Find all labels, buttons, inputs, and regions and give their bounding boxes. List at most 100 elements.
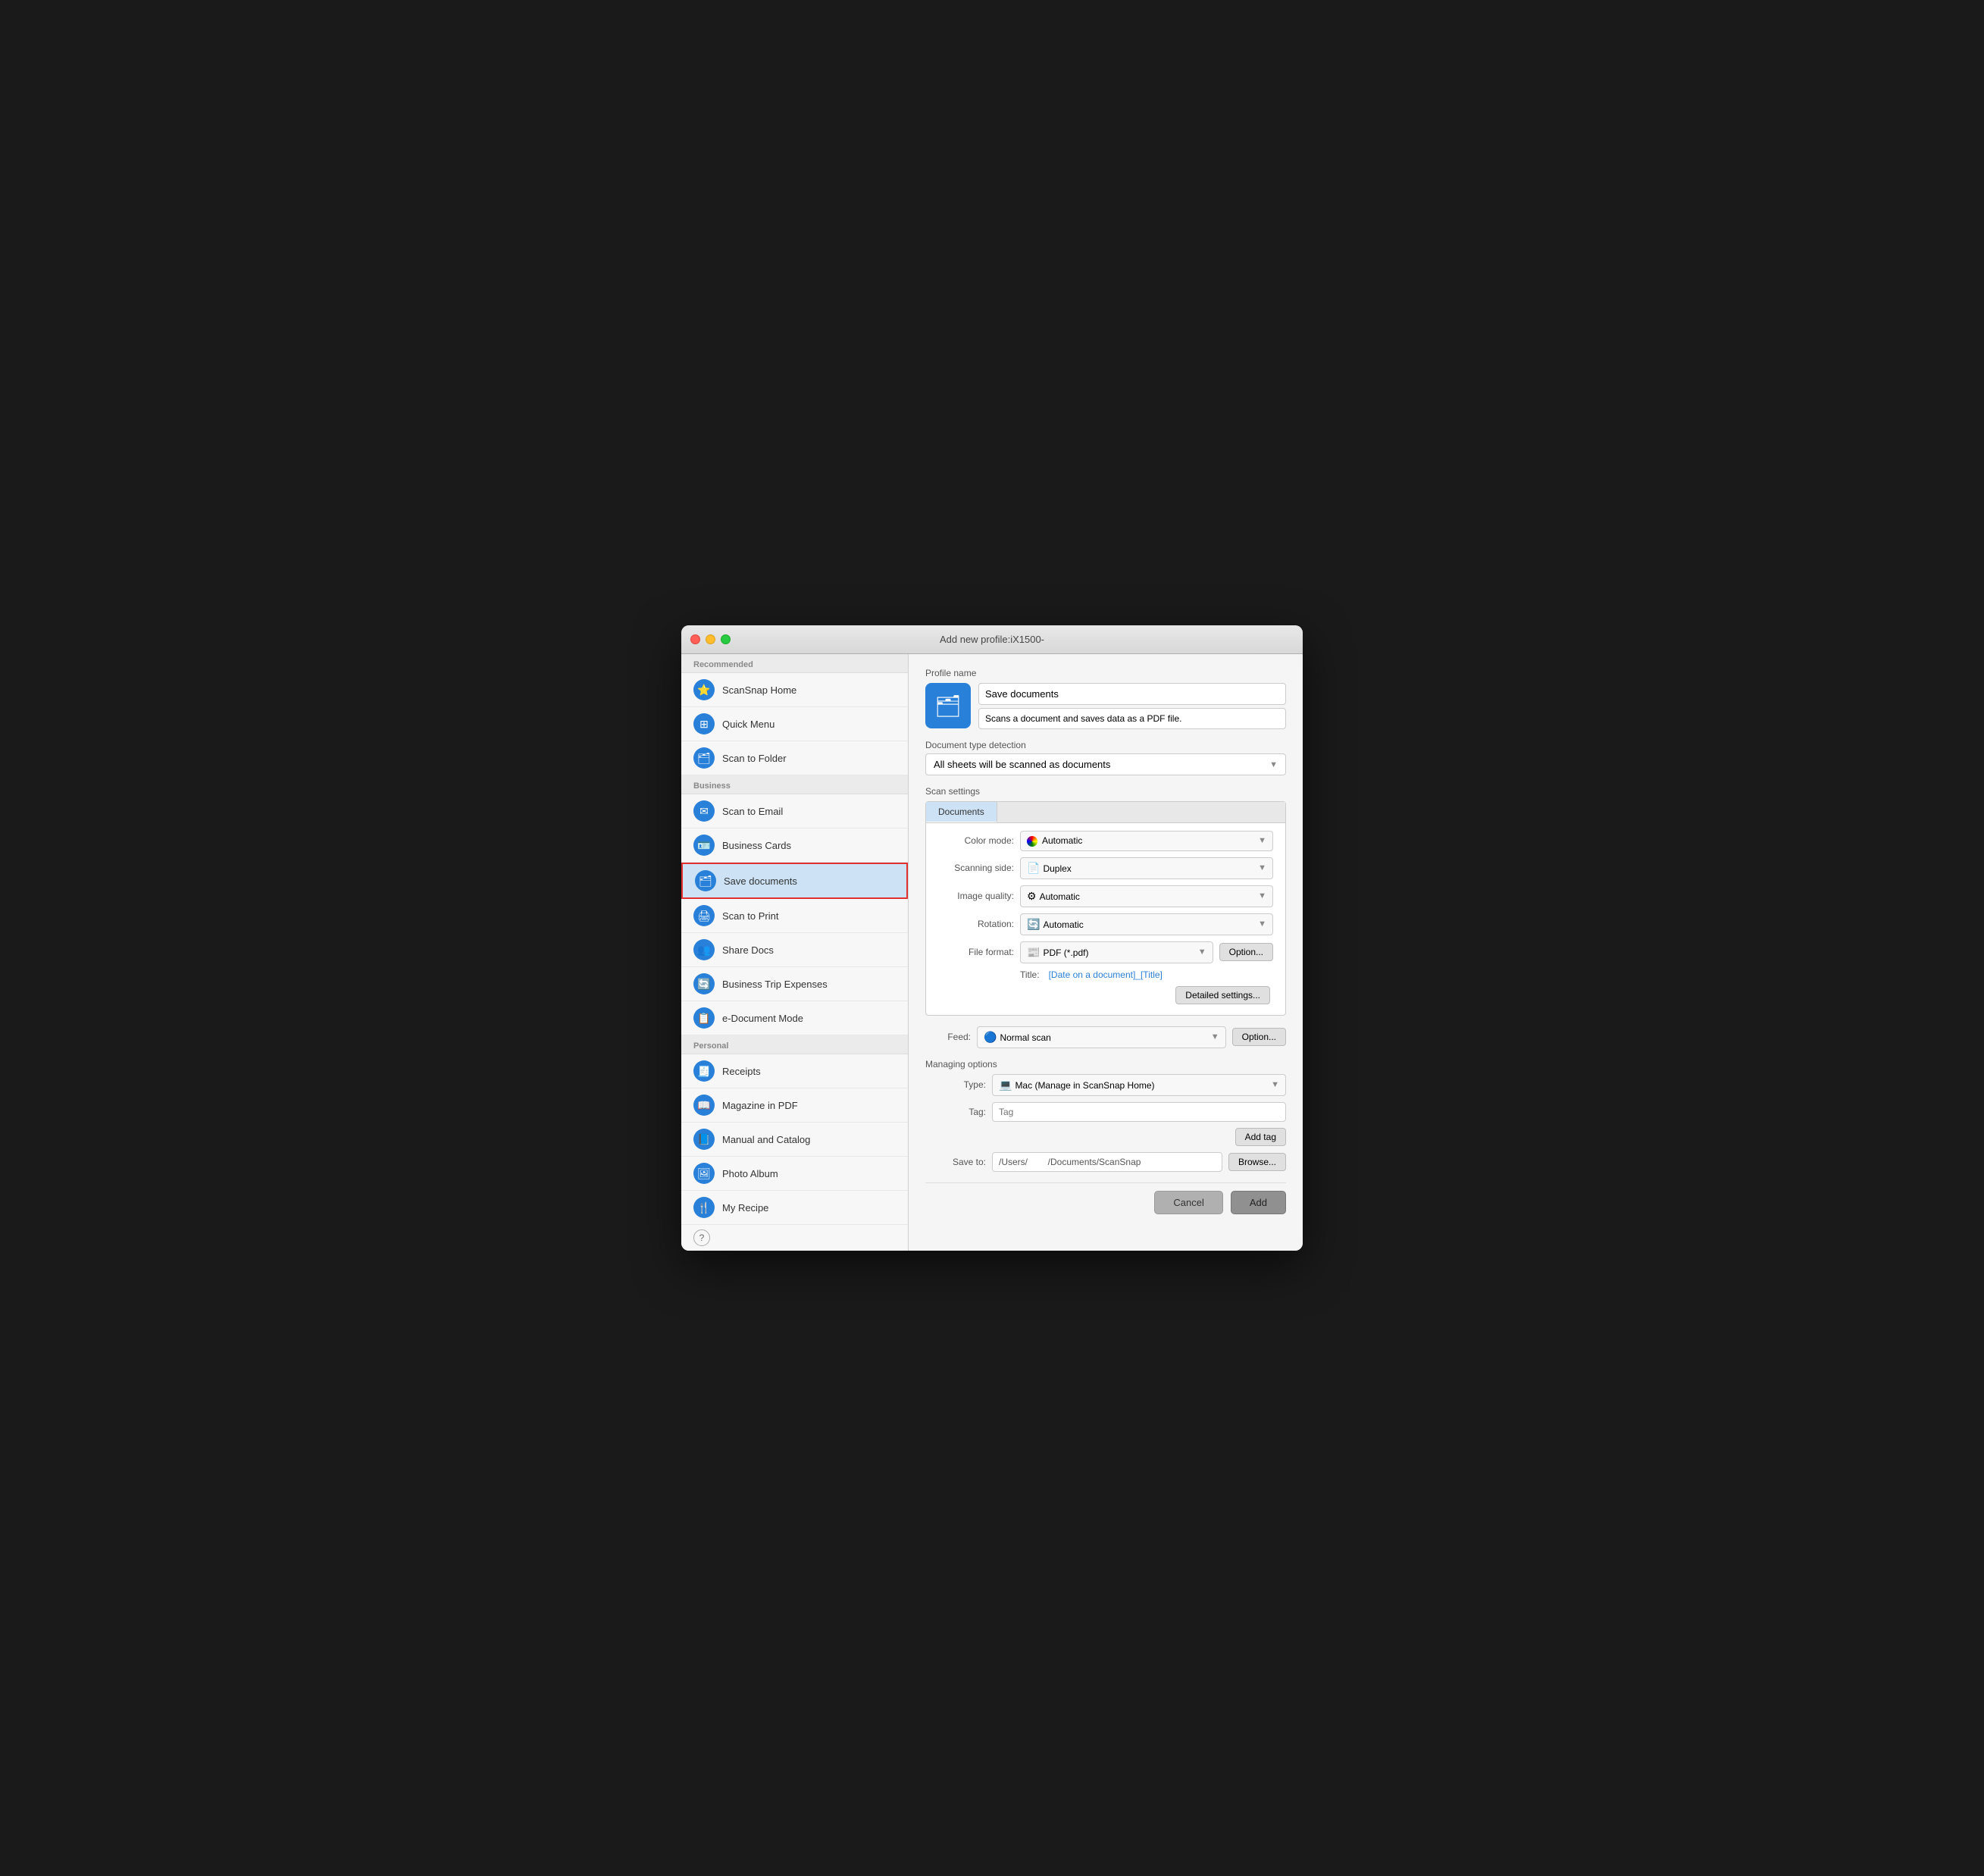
sidebar-item-label: Receipts xyxy=(722,1066,761,1077)
scansnap-home-icon: ⭐ xyxy=(693,679,715,700)
feed-section: Feed: 🔵Normal scan ▼ Option... xyxy=(925,1026,1286,1048)
sidebar-item-label: Scan to Folder xyxy=(722,753,787,764)
help-button[interactable]: ? xyxy=(693,1229,710,1246)
rotation-label: Rotation: xyxy=(938,919,1014,929)
chevron-down-icon: ▼ xyxy=(1269,760,1278,769)
sidebar-item-scan-to-print[interactable]: 🖨 Scan to Print xyxy=(681,899,908,933)
image-quality-dropdown[interactable]: ⚙Automatic ▼ xyxy=(1020,885,1273,907)
rotation-row: Rotation: 🔄Automatic ▼ xyxy=(938,913,1273,935)
detection-dropdown[interactable]: All sheets will be scanned as documents … xyxy=(925,753,1286,775)
add-tag-button[interactable]: Add tag xyxy=(1235,1128,1286,1146)
sidebar-item-e-document[interactable]: 📋 e-Document Mode xyxy=(681,1001,908,1035)
profile-name-area: 🗂 xyxy=(925,683,1286,729)
sidebar-item-manual[interactable]: 📘 Manual and Catalog xyxy=(681,1123,908,1157)
titlebar: Add new profile:iX1500- xyxy=(681,625,1303,654)
title-link[interactable]: [Date on a document]_[Title] xyxy=(1049,969,1163,980)
feed-option-button[interactable]: Option... xyxy=(1232,1028,1286,1046)
detection-value: All sheets will be scanned as documents xyxy=(934,759,1110,770)
tag-label: Tag: xyxy=(925,1107,986,1117)
e-document-icon: 📋 xyxy=(693,1007,715,1029)
browse-button[interactable]: Browse... xyxy=(1228,1153,1286,1171)
profile-name-input[interactable] xyxy=(978,683,1286,705)
sidebar: Recommended ⭐ ScanSnap Home ⊞ Quick Menu… xyxy=(681,654,909,1251)
sidebar-item-scan-to-email[interactable]: ✉ Scan to Email xyxy=(681,794,908,828)
email-icon: ✉ xyxy=(693,800,715,822)
scan-to-folder-icon: 🗂 xyxy=(693,747,715,769)
sidebar-item-label: My Recipe xyxy=(722,1202,768,1214)
scan-to-print-icon: 🖨 xyxy=(693,905,715,926)
feed-label: Feed: xyxy=(925,1032,971,1042)
chevron-down-icon: ▼ xyxy=(1211,1032,1219,1041)
managing-options-label: Managing options xyxy=(925,1059,1286,1070)
sidebar-item-label: Photo Album xyxy=(722,1168,778,1179)
manual-icon: 📘 xyxy=(693,1129,715,1150)
add-tag-row: Add tag xyxy=(925,1128,1286,1146)
sidebar-item-receipts[interactable]: 🧾 Receipts xyxy=(681,1054,908,1088)
traffic-lights xyxy=(690,634,731,644)
photo-icon: 🖼 xyxy=(693,1163,715,1184)
sidebar-section-recommended: Recommended xyxy=(681,654,908,673)
rotation-dropdown[interactable]: 🔄Automatic ▼ xyxy=(1020,913,1273,935)
sidebar-item-label: Share Docs xyxy=(722,944,774,956)
detailed-settings-button[interactable]: Detailed settings... xyxy=(1175,986,1270,1004)
window-title: Add new profile:iX1500- xyxy=(940,634,1044,645)
chevron-down-icon: ▼ xyxy=(1258,863,1266,872)
type-dropdown[interactable]: 💻Mac (Manage in ScanSnap Home) ▼ xyxy=(992,1074,1286,1096)
sidebar-item-label: e-Document Mode xyxy=(722,1013,803,1024)
pdf-icon: 📰 xyxy=(1027,946,1040,958)
rotation-icon: 🔄 xyxy=(1027,918,1040,930)
profile-name-label: Profile name xyxy=(925,668,1286,678)
app-window: Add new profile:iX1500- Recommended ⭐ Sc… xyxy=(681,625,1303,1251)
sidebar-item-my-recipe[interactable]: 🍴 My Recipe xyxy=(681,1191,908,1225)
sidebar-section-business: Business xyxy=(681,775,908,794)
title-row: Title: [Date on a document]_[Title] xyxy=(938,969,1273,980)
chevron-down-icon: ▼ xyxy=(1258,836,1266,845)
title-label: Title: xyxy=(1020,969,1040,980)
scan-settings-label: Scan settings xyxy=(925,786,1286,797)
scanning-side-dropdown[interactable]: 📄Duplex ▼ xyxy=(1020,857,1273,879)
save-documents-icon: 🗂 xyxy=(695,870,716,891)
sidebar-item-business-cards[interactable]: 🪪 Business Cards xyxy=(681,828,908,863)
right-panel: Profile name 🗂 Document type detection A… xyxy=(909,654,1303,1251)
minimize-button[interactable] xyxy=(706,634,715,644)
tab-documents[interactable]: Documents xyxy=(926,802,997,822)
sidebar-item-scan-to-folder[interactable]: 🗂 Scan to Folder xyxy=(681,741,908,775)
feed-icon: 🔵 xyxy=(984,1031,997,1043)
scanning-side-row: Scanning side: 📄Duplex ▼ xyxy=(938,857,1273,879)
image-quality-row: Image quality: ⚙Automatic ▼ xyxy=(938,885,1273,907)
scan-fields: Color mode: Automatic ▼ Scanning side: 📄… xyxy=(926,823,1285,1015)
color-mode-dropdown[interactable]: Automatic ▼ xyxy=(1020,831,1273,851)
scan-settings-box: Documents Color mode: Automatic ▼ Scan xyxy=(925,801,1286,1016)
profile-icon: 🗂 xyxy=(925,683,971,728)
duplex-icon: 📄 xyxy=(1027,862,1040,874)
file-format-dropdown[interactable]: 📰PDF (*.pdf) ▼ xyxy=(1020,941,1213,963)
chevron-down-icon: ▼ xyxy=(1258,891,1266,900)
save-to-input[interactable] xyxy=(992,1152,1222,1172)
magazine-icon: 📖 xyxy=(693,1095,715,1116)
type-row: Type: 💻Mac (Manage in ScanSnap Home) ▼ xyxy=(925,1074,1286,1096)
sidebar-item-business-trip[interactable]: 🔄 Business Trip Expenses xyxy=(681,967,908,1001)
cancel-button[interactable]: Cancel xyxy=(1154,1191,1222,1214)
sidebar-item-magazine[interactable]: 📖 Magazine in PDF xyxy=(681,1088,908,1123)
add-button[interactable]: Add xyxy=(1231,1191,1286,1214)
close-button[interactable] xyxy=(690,634,700,644)
sidebar-item-scansnap-home[interactable]: ⭐ ScanSnap Home xyxy=(681,673,908,707)
bottom-buttons: Cancel Add xyxy=(925,1182,1286,1214)
chevron-down-icon: ▼ xyxy=(1271,1080,1279,1089)
tag-input[interactable] xyxy=(992,1102,1286,1122)
detection-label: Document type detection xyxy=(925,740,1286,750)
business-cards-icon: 🪪 xyxy=(693,835,715,856)
sidebar-item-quick-menu[interactable]: ⊞ Quick Menu xyxy=(681,707,908,741)
profile-desc-input[interactable] xyxy=(978,708,1286,729)
sidebar-item-save-documents[interactable]: 🗂 Save documents xyxy=(681,863,908,899)
feed-dropdown[interactable]: 🔵Normal scan ▼ xyxy=(977,1026,1226,1048)
sidebar-item-label: Scan to Email xyxy=(722,806,783,817)
maximize-button[interactable] xyxy=(721,634,731,644)
save-to-row: Save to: Browse... xyxy=(925,1152,1286,1172)
file-format-option-button[interactable]: Option... xyxy=(1219,943,1273,961)
sidebar-item-label: Scan to Print xyxy=(722,910,778,922)
sidebar-section-personal: Personal xyxy=(681,1035,908,1054)
sidebar-item-label: Save documents xyxy=(724,875,797,887)
sidebar-item-share-docs[interactable]: 👥 Share Docs xyxy=(681,933,908,967)
sidebar-item-photo-album[interactable]: 🖼 Photo Album xyxy=(681,1157,908,1191)
